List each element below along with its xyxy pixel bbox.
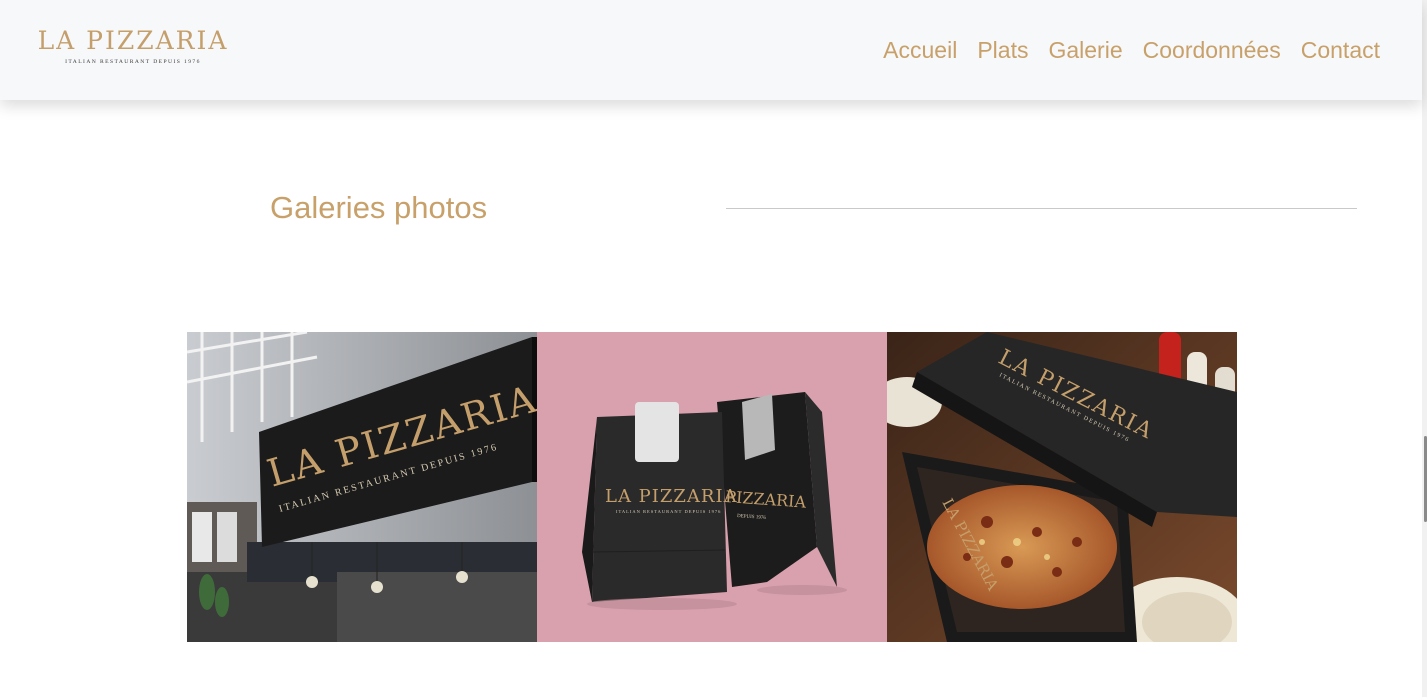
storefront-sign-photo[interactable]: LA PIZZARIA ITALIAN RESTAURANT DEPUIS 19… — [187, 332, 537, 642]
main-nav: Accueil Plats Galerie Coordonnées Contac… — [883, 36, 1380, 64]
nav-link-contact[interactable]: Contact — [1301, 36, 1380, 64]
front-bag-sub-text: ITALIAN RESTAURANT DEPUIS 1976 — [616, 509, 721, 514]
nav-link-coordonnees[interactable]: Coordonnées — [1143, 36, 1281, 64]
pizza-box-illustration: LA PIZZARIA LA PIZZARIA ITALIAN RESTAURA… — [887, 332, 1237, 642]
page-scrollbar-track[interactable] — [1422, 0, 1427, 697]
front-bag-text: LA PIZZARIA — [605, 486, 738, 507]
nav-link-galerie[interactable]: Galerie — [1048, 36, 1122, 64]
navbar: LA PIZZARIA ITALIAN RESTAURANT DEPUIS 19… — [0, 0, 1422, 100]
title-divider — [726, 208, 1357, 209]
storefront-sign-illustration: LA PIZZARIA ITALIAN RESTAURANT DEPUIS 19… — [187, 332, 537, 642]
gallery-title: Galeries photos — [270, 190, 488, 225]
brand-logo-name: LA PIZZARIA — [37, 26, 229, 55]
takeaway-bags-photo[interactable]: PIZZARIA DEPUIS 1976 LA PIZZARIA ITALIAN… — [537, 332, 887, 642]
photo-gallery: LA PIZZARIA ITALIAN RESTAURANT DEPUIS 19… — [187, 332, 1237, 642]
brand-logo[interactable]: LA PIZZARIA ITALIAN RESTAURANT DEPUIS 19… — [35, 27, 231, 69]
nav-link-plats[interactable]: Plats — [977, 36, 1028, 64]
pizza-box-photo[interactable]: LA PIZZARIA LA PIZZARIA ITALIAN RESTAURA… — [887, 332, 1237, 642]
nav-link-accueil[interactable]: Accueil — [883, 36, 957, 64]
takeaway-bags-illustration: PIZZARIA DEPUIS 1976 LA PIZZARIA ITALIAN… — [537, 332, 887, 642]
brand-logo-tagline: ITALIAN RESTAURANT DEPUIS 1976 — [65, 59, 201, 65]
